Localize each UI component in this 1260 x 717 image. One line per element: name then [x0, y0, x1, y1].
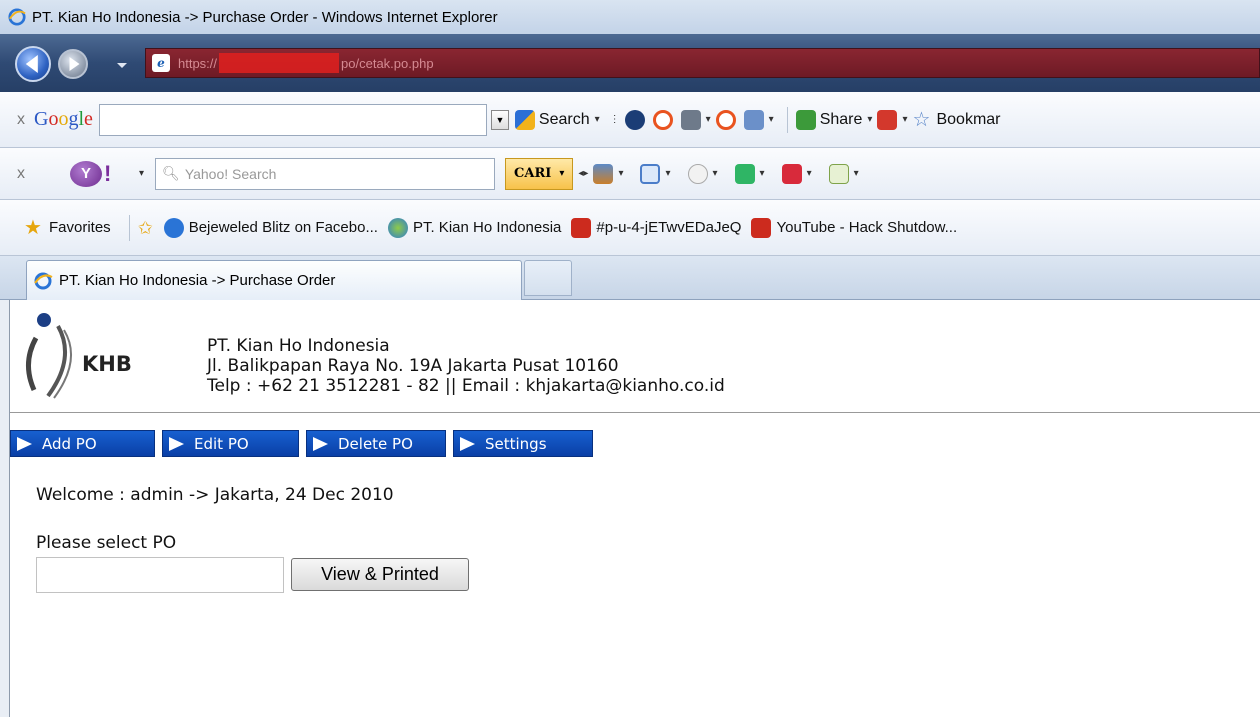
toolbar-grip-icon: ◂▸: [578, 168, 589, 179]
add-po-button[interactable]: Add PO: [10, 430, 155, 457]
logo-text: KHB: [82, 352, 132, 376]
messenger-icon[interactable]: [687, 163, 708, 184]
google-search-icon[interactable]: [514, 109, 535, 130]
toolbar-grip-icon: ⋮: [609, 114, 620, 125]
antispy-chevron-down-icon[interactable]: ▾: [618, 168, 623, 179]
tab-bar: PT. Kian Ho Indonesia -> Purchase Order: [0, 256, 1260, 300]
po-number-input[interactable]: [36, 557, 284, 593]
add-chevron-down-icon[interactable]: ▾: [769, 114, 774, 125]
sidewiki-chevron-down-icon[interactable]: ▾: [902, 114, 907, 125]
favorite-link-kianho[interactable]: PT. Kian Ho Indonesia: [387, 217, 561, 238]
mail-icon[interactable]: [640, 163, 661, 184]
favorite-link-youtube-2[interactable]: YouTube - Hack Shutdow...: [751, 217, 957, 238]
ie-page-icon: [163, 217, 184, 238]
yahoo-toolbar-close-icon[interactable]: x: [8, 165, 34, 183]
share-chevron-down-icon[interactable]: ▾: [867, 114, 872, 125]
url-path: po/cetak.po.php: [341, 55, 434, 71]
yahoo-logo[interactable]: Y!: [70, 159, 134, 189]
forward-icon[interactable]: [58, 49, 88, 79]
yahoo-toolbar: x Y! ▾ 🔍︎ Yahoo! Search CARI ▾ ◂▸ ▾ ▾ ▾ …: [0, 148, 1260, 200]
company-name: PT. Kian Ho Indonesia: [207, 336, 390, 356]
main-menu: Add PO Edit PO Delete PO Settings: [10, 430, 593, 457]
ie-tab-icon: [34, 272, 53, 289]
favorites-star-icon: ★: [24, 216, 42, 239]
window-title: PT. Kian Ho Indonesia -> Purchase Order …: [32, 8, 498, 26]
favorite-link-youtube-1[interactable]: #p-u-4-jETwvEDaJeQ: [571, 217, 741, 238]
google-toolbar: x Google ▼ Search ▾ ⋮ ▾ ▾ Share ▾ ▾ ☆ Bo…: [0, 92, 1260, 148]
answers-chevron-down-icon[interactable]: ▾: [760, 168, 765, 179]
google-search-input[interactable]: [98, 103, 487, 136]
toolbar-divider: [786, 106, 788, 133]
back-icon[interactable]: [15, 46, 51, 82]
page-ie-icon: e: [152, 54, 170, 72]
url-prefix: https://: [178, 55, 218, 71]
cari-search-button[interactable]: CARI ▾: [505, 157, 574, 190]
popup-blocker-icon[interactable]: [680, 109, 701, 130]
navigation-bar: e https:// po/cetak.po.php: [0, 34, 1260, 92]
new-tab-button[interactable]: [524, 260, 572, 296]
favorites-divider: [128, 214, 130, 241]
bookmark-chevron-down-icon[interactable]: ▾: [854, 168, 859, 179]
games-icon[interactable]: [781, 163, 802, 184]
arrow-right-icon: [313, 436, 328, 451]
bookmark-add-icon[interactable]: [828, 163, 849, 184]
cari-chevron-down-icon: ▾: [559, 168, 565, 179]
address-bar[interactable]: e https:// po/cetak.po.php: [145, 48, 1260, 78]
favorite-link-bejeweled[interactable]: Bejeweled Blitz on Facebo...: [163, 217, 378, 238]
answers-icon[interactable]: [734, 163, 755, 184]
star-icon[interactable]: ☆: [912, 110, 932, 130]
autolink-icon[interactable]: [715, 109, 736, 130]
add-button-icon[interactable]: [743, 109, 764, 130]
arrow-right-icon: [17, 436, 32, 451]
mail-chevron-down-icon[interactable]: ▾: [665, 168, 670, 179]
favorites-button[interactable]: ★ Favorites: [24, 218, 111, 238]
google-search-dropdown-icon[interactable]: ▼: [490, 109, 509, 130]
company-info: PT. Kian Ho Indonesia Jl. Balikpapan Ray…: [207, 336, 725, 396]
company-address: Jl. Balikpapan Raya No. 19A Jakarta Pusa…: [207, 356, 619, 376]
page-content: KHB PT. Kian Ho Indonesia Jl. Balikpapan…: [10, 300, 1260, 717]
yahoo-search-input[interactable]: 🔍︎ Yahoo! Search: [155, 157, 496, 190]
globe-icon: [387, 217, 408, 238]
bookmarks-button[interactable]: Bookmar: [936, 111, 1000, 129]
delete-po-button[interactable]: Delete PO: [306, 430, 446, 457]
google-logo: Google: [34, 108, 93, 130]
search-chevron-down-icon[interactable]: ▾: [595, 114, 600, 125]
magnifier-icon: 🔍︎: [162, 165, 180, 181]
arrow-right-icon: [169, 436, 184, 451]
page-header: KHB PT. Kian Ho Indonesia Jl. Balikpapan…: [10, 300, 1260, 413]
arrow-right-icon: [460, 436, 475, 451]
youtube-icon: [751, 217, 772, 238]
select-po-label: Please select PO: [36, 533, 177, 553]
view-print-button[interactable]: View & Printed: [291, 558, 469, 591]
pagerank-icon[interactable]: [624, 109, 645, 130]
welcome-text: Welcome : admin -> Jakarta, 24 Dec 2010: [36, 485, 394, 505]
youtube-icon: [571, 217, 592, 238]
google-toolbar-close-icon[interactable]: x: [8, 111, 34, 129]
window-frame: [0, 300, 10, 717]
recent-pages-dropdown-icon[interactable]: [117, 63, 127, 68]
edit-po-button[interactable]: Edit PO: [162, 430, 299, 457]
sidewiki-icon[interactable]: [877, 109, 898, 130]
google-search-button[interactable]: Search: [539, 111, 590, 129]
spellcheck-icon[interactable]: [652, 109, 673, 130]
yahoo-menu-chevron-down-icon[interactable]: ▾: [139, 168, 144, 179]
ie-icon: [8, 8, 26, 26]
favorites-bar: ★ Favorites ✩ Bejeweled Blitz on Facebo.…: [0, 200, 1260, 256]
antispy-icon[interactable]: [593, 163, 614, 184]
share-button[interactable]: Share: [820, 111, 863, 129]
settings-button[interactable]: Settings: [453, 430, 593, 457]
redacted-host: [219, 53, 340, 73]
games-chevron-down-icon[interactable]: ▾: [807, 168, 812, 179]
company-contact: Telp : +62 21 3512281 - 82 || Email : kh…: [207, 376, 725, 396]
tab-purchase-order[interactable]: PT. Kian Ho Indonesia -> Purchase Order: [26, 260, 522, 300]
messenger-chevron-down-icon[interactable]: ▾: [713, 168, 718, 179]
add-to-favorites-icon[interactable]: ✩: [138, 218, 158, 238]
window-title-bar: PT. Kian Ho Indonesia -> Purchase Order …: [0, 0, 1260, 34]
popup-chevron-down-icon[interactable]: ▾: [706, 114, 711, 125]
share-icon[interactable]: [795, 109, 816, 130]
